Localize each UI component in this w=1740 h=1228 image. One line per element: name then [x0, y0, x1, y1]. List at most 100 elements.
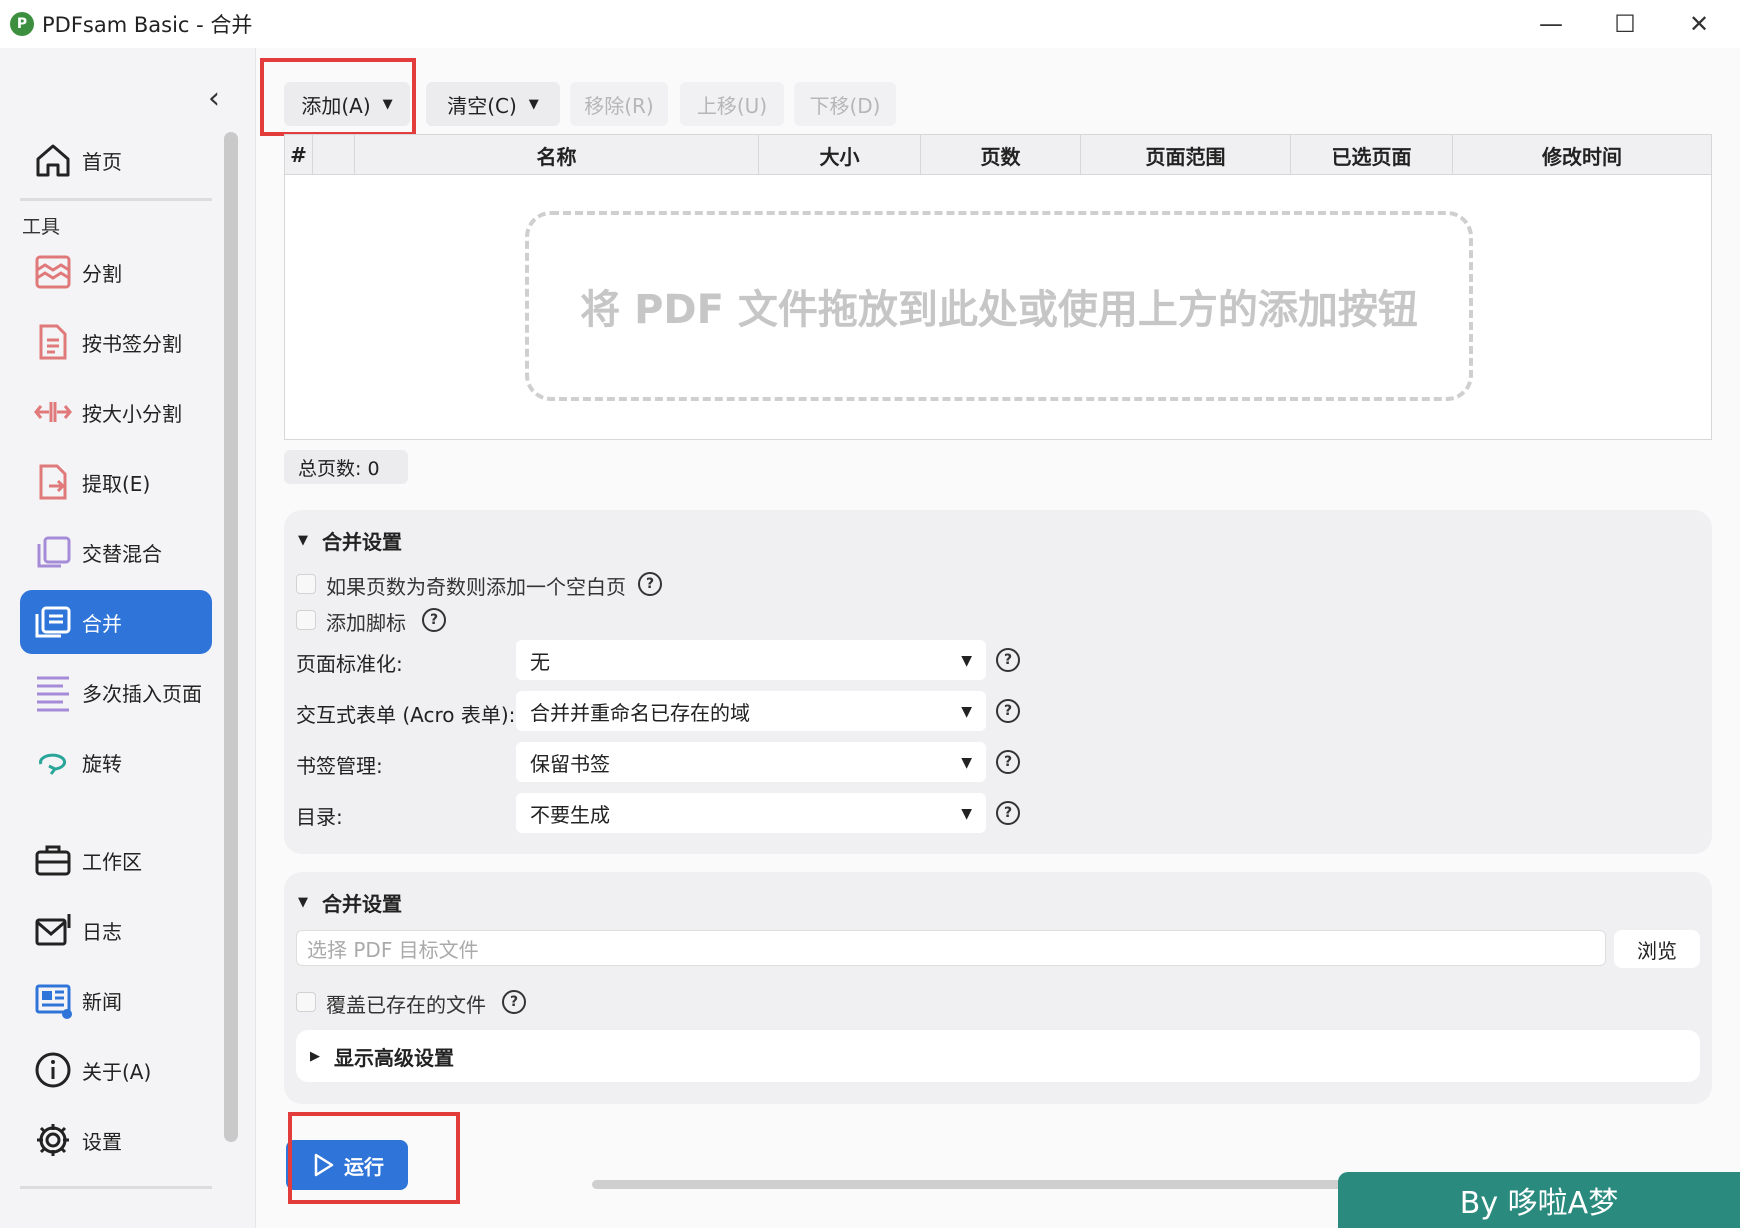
column-header-pages[interactable]: 页数	[921, 135, 1081, 175]
merge-icon	[32, 601, 74, 643]
help-icon[interactable]: ?	[638, 572, 662, 596]
watermark: By 哆啦A梦	[1338, 1172, 1740, 1228]
column-header-page-range[interactable]: 页面范围	[1081, 135, 1291, 175]
column-header-size[interactable]: 大小	[759, 135, 921, 175]
advanced-settings-toggle[interactable]: ▶ 显示高级设置	[296, 1030, 1700, 1082]
footer-label: 添加脚标	[326, 611, 406, 635]
news-icon	[32, 979, 74, 1021]
help-icon[interactable]: ?	[996, 648, 1020, 672]
footer-checkbox[interactable]	[296, 610, 316, 630]
sidebar-item-insert-pages[interactable]: 多次插入页面	[20, 660, 212, 724]
sidebar-item-split[interactable]: 分割	[20, 240, 212, 304]
help-icon[interactable]: ?	[422, 608, 446, 632]
sidebar-item-log[interactable]: 日志	[20, 898, 212, 962]
highlight-box	[288, 1112, 460, 1204]
acroform-select[interactable]: 合并并重命名已存在的域 ▼	[516, 691, 986, 731]
sidebar-item-label: 设置	[82, 1129, 122, 1154]
sidebar-item-rotate[interactable]: 旋转	[20, 730, 212, 794]
bookmarks-select[interactable]: 保留书签 ▼	[516, 742, 986, 782]
merge-settings-panel: ▼ 合并设置 如果页数为奇数则添加一个空白页 ? 添加脚标 ? 页面标准化: 无…	[284, 510, 1712, 854]
output-settings-panel: ▼ 合并设置 选择 PDF 目标文件 浏览 覆盖已存在的文件 ? ▶ 显示高级设…	[284, 872, 1712, 1104]
column-header-selected-pages[interactable]: 已选页面	[1291, 135, 1453, 175]
help-icon[interactable]: ?	[996, 801, 1020, 825]
sidebar-item-label: 提取(E)	[82, 471, 151, 496]
toc-label: 目录:	[296, 805, 343, 829]
info-icon	[32, 1049, 74, 1091]
title-bar: P PDFsam Basic - 合并 — ☐ ✕	[0, 0, 1740, 48]
rotate-icon	[32, 741, 74, 783]
alternate-mix-icon	[32, 531, 74, 573]
advanced-settings-label: 显示高级设置	[334, 1045, 454, 1070]
drop-zone[interactable]: 将 PDF 文件拖放到此处或使用上方的添加按钮	[525, 211, 1473, 401]
browse-button[interactable]: 浏览	[1614, 930, 1700, 968]
sidebar-item-label: 旋转	[82, 751, 122, 776]
clear-button[interactable]: 清空(C) ▼	[426, 82, 560, 126]
minimize-button[interactable]: —	[1516, 0, 1586, 48]
sidebar-item-merge[interactable]: 合并	[20, 590, 212, 654]
column-header-blank[interactable]	[313, 135, 355, 175]
file-table[interactable]: # 名称 大小 页数 页面范围 已选页面 修改时间 将 PDF 文件拖放到此处或…	[284, 134, 1712, 440]
acroform-label: 交互式表单 (Acro 表单):	[296, 703, 516, 727]
select-value: 合并并重命名已存在的域	[530, 700, 750, 725]
size-split-icon	[32, 391, 74, 433]
column-header-name[interactable]: 名称	[355, 135, 759, 175]
select-value: 不要生成	[530, 802, 610, 827]
extract-icon	[32, 461, 74, 503]
column-header-index[interactable]: #	[285, 135, 313, 175]
move-up-button[interactable]: 上移(U)	[680, 82, 784, 126]
dropdown-arrow-icon: ▼	[961, 653, 972, 669]
help-icon[interactable]: ?	[996, 750, 1020, 774]
normalize-select[interactable]: 无 ▼	[516, 640, 986, 680]
expand-triangle-icon: ▼	[298, 895, 308, 910]
overwrite-checkbox[interactable]	[296, 992, 316, 1012]
column-header-modified[interactable]: 修改时间	[1453, 135, 1711, 175]
help-icon[interactable]: ?	[502, 990, 526, 1014]
sidebar-item-split-by-bookmarks[interactable]: 按书签分割	[20, 310, 212, 374]
panel-title: 合并设置	[322, 892, 402, 916]
toc-select[interactable]: 不要生成 ▼	[516, 793, 986, 833]
sidebar-item-label: 按书签分割	[82, 331, 182, 356]
expand-triangle-icon: ▶	[310, 1048, 320, 1064]
insert-pages-icon	[32, 671, 74, 713]
overwrite-label: 覆盖已存在的文件	[326, 993, 486, 1017]
maximize-button[interactable]: ☐	[1590, 0, 1660, 48]
close-button[interactable]: ✕	[1664, 0, 1734, 48]
pdfsam-logo-icon: P	[10, 12, 34, 36]
remove-button[interactable]: 移除(R)	[570, 82, 668, 126]
output-settings-header[interactable]: ▼ 合并设置	[298, 888, 402, 917]
sidebar-scrollbar[interactable]	[224, 132, 238, 1142]
bookmarks-label: 书签管理:	[296, 754, 383, 778]
split-icon	[32, 251, 74, 293]
sidebar-item-label: 日志	[82, 919, 122, 944]
normalize-label: 页面标准化:	[296, 652, 403, 676]
sidebar-item-settings[interactable]: 设置	[20, 1108, 212, 1172]
collapse-sidebar-button[interactable]: ‹	[200, 80, 228, 116]
merge-settings-header[interactable]: ▼ 合并设置	[298, 526, 402, 555]
sidebar-item-label: 首页	[82, 149, 122, 174]
dropdown-arrow-icon: ▼	[961, 755, 972, 771]
sidebar-divider	[20, 198, 212, 201]
sidebar-item-workspace[interactable]: 工作区	[20, 828, 212, 892]
move-down-button[interactable]: 下移(D)	[794, 82, 896, 126]
help-icon[interactable]: ?	[996, 699, 1020, 723]
sidebar-item-label: 关于(A)	[82, 1059, 152, 1084]
sidebar-item-split-by-size[interactable]: 按大小分割	[20, 380, 212, 444]
sidebar-item-alternate-mix[interactable]: 交替混合	[20, 520, 212, 584]
window-title: PDFsam Basic - 合并	[42, 13, 253, 37]
sidebar-divider	[20, 1186, 212, 1189]
workspace-icon	[32, 839, 74, 881]
sidebar-item-about[interactable]: 关于(A)	[20, 1038, 212, 1102]
sidebar-item-extract[interactable]: 提取(E)	[20, 450, 212, 514]
clear-button-label: 清空(C)	[447, 93, 517, 118]
sidebar-item-home[interactable]: 首页	[20, 128, 212, 192]
sidebar: ‹ 首页 工具 分割 按书签分割 按大小分割 提取(E) 交替混合 合并 多次插…	[0, 48, 256, 1228]
expand-triangle-icon: ▼	[298, 533, 308, 548]
tools-section-label: 工具	[22, 216, 61, 238]
blank-page-label: 如果页数为奇数则添加一个空白页	[326, 575, 626, 599]
sidebar-item-label: 交替混合	[82, 541, 162, 566]
blank-page-checkbox[interactable]	[296, 574, 316, 594]
log-icon	[32, 909, 74, 951]
sidebar-item-news[interactable]: 新闻	[20, 968, 212, 1032]
destination-file-input[interactable]: 选择 PDF 目标文件	[296, 930, 1606, 966]
chevron-down-icon: ▼	[528, 96, 539, 112]
